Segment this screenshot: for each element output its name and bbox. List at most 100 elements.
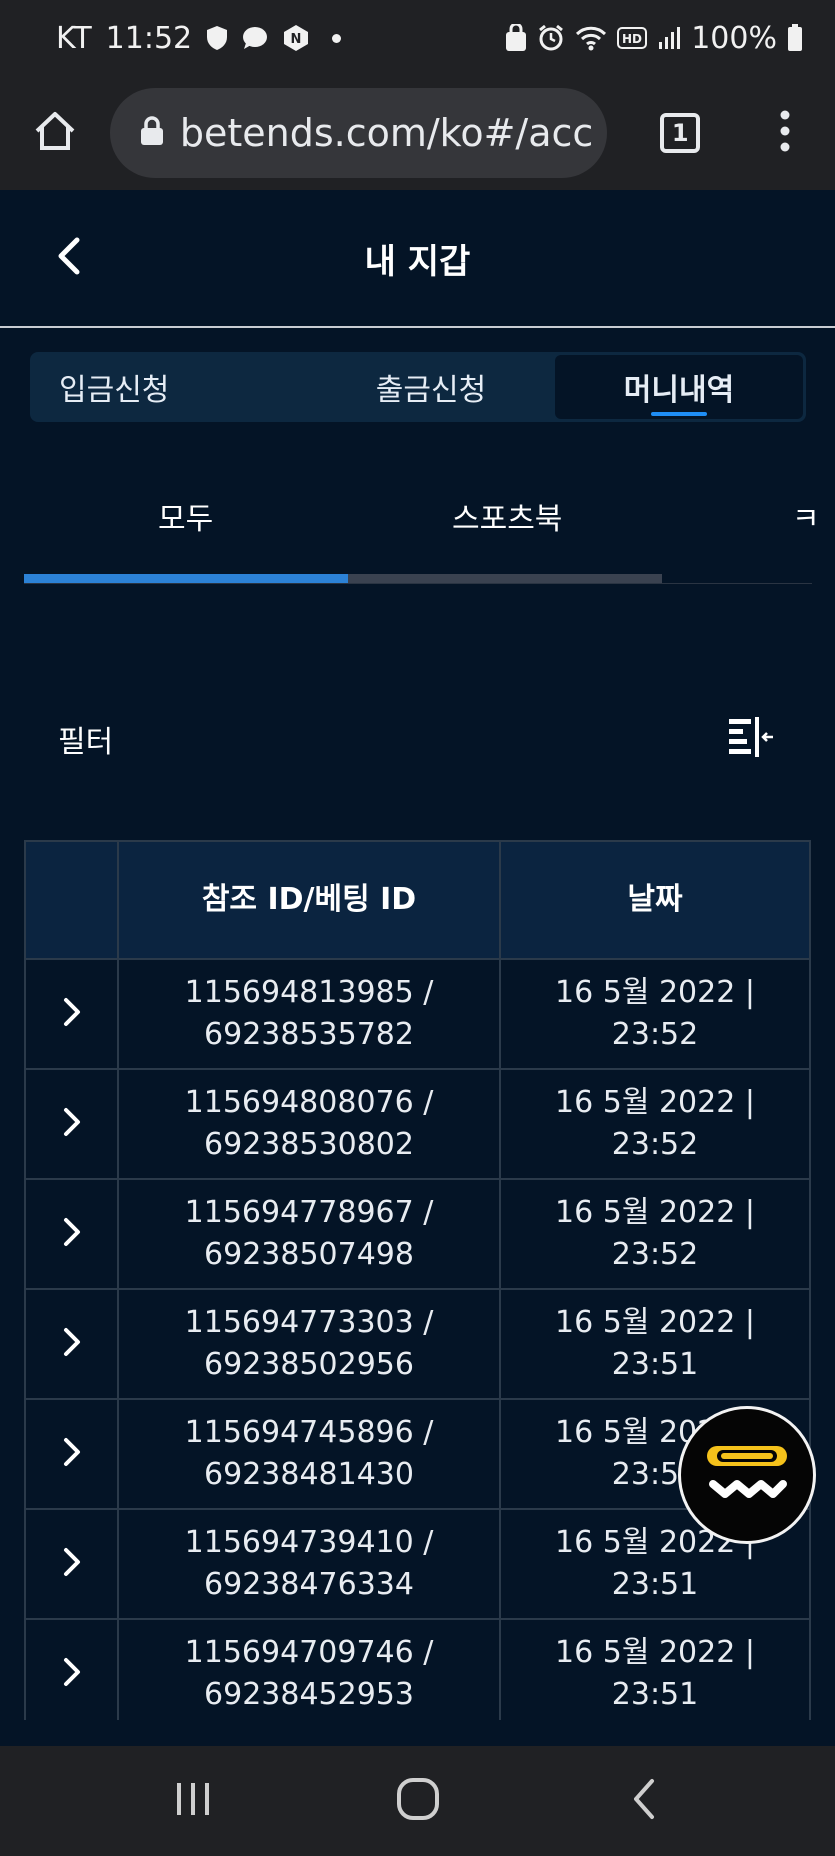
- chevron-right-icon: [62, 1106, 82, 1142]
- address-bar[interactable]: betends.com/ko#/acc: [109, 88, 608, 178]
- lock-icon: [140, 116, 164, 150]
- hd-voice-icon: HD: [617, 27, 648, 49]
- table-row[interactable]: 115694808076 / 69238530802 16 5월 2022 | …: [26, 1068, 809, 1178]
- row-expand-button[interactable]: [26, 1180, 119, 1288]
- home-button[interactable]: [0, 76, 110, 190]
- wallet-tabs: 입금신청 출금신청 머니내역: [30, 352, 806, 422]
- time-text: 23:51: [611, 1677, 699, 1712]
- clock: 11:52: [105, 20, 193, 56]
- column-header-ref: 참조 ID/베팅 ID: [201, 882, 417, 917]
- svg-text:HD: HD: [622, 32, 642, 46]
- floating-chat-button[interactable]: [678, 1406, 816, 1544]
- back-nav-button[interactable]: [603, 1761, 683, 1841]
- row-expand-button[interactable]: [26, 960, 119, 1068]
- ref-cell: 115694778967 / 69238507498: [119, 1180, 501, 1288]
- tab-money-history[interactable]: 머니내역: [555, 355, 803, 419]
- table-row[interactable]: 115694778967 / 69238507498 16 5월 2022 | …: [26, 1178, 809, 1288]
- tab-label: 입금신청: [59, 373, 170, 408]
- status-bar: KT 11:52 N HD 100%: [0, 0, 835, 76]
- row-expand-button[interactable]: [26, 1510, 119, 1618]
- bet-id: 69238535782: [204, 1017, 414, 1052]
- back-button[interactable]: [38, 228, 98, 288]
- bet-id: 69238452953: [204, 1677, 414, 1712]
- ref-cell: 115694773303 / 69238502956: [119, 1290, 501, 1398]
- hotdog-logo-icon: [697, 1428, 797, 1522]
- date-text: 16 5월 2022 |: [555, 1305, 755, 1340]
- date-cell: 16 5월 2022 | 23:52: [501, 960, 809, 1068]
- ref-id: 115694778967 /: [184, 1195, 434, 1230]
- chat-bubble-icon: [242, 26, 268, 50]
- browser-menu-button[interactable]: [735, 76, 835, 190]
- ref-id: 115694745896 /: [184, 1415, 434, 1450]
- status-left: KT 11:52 N: [56, 20, 342, 56]
- time-text: 23:52: [611, 1237, 699, 1272]
- alarm-icon: [537, 24, 565, 52]
- row-expand-button[interactable]: [26, 1620, 119, 1728]
- filter-collapse-icon: [727, 716, 775, 762]
- table-row[interactable]: 115694709746 / 69238452953 16 5월 2022 | …: [26, 1618, 809, 1728]
- time-text: 23:51: [611, 1567, 699, 1602]
- column-header-date: 날짜: [627, 882, 683, 917]
- ref-id: 115694808076 /: [184, 1085, 434, 1120]
- chevron-right-icon: [62, 1326, 82, 1362]
- date-text: 16 5월 2022 |: [555, 1195, 755, 1230]
- ref-id: 115694739410 /: [184, 1525, 434, 1560]
- ref-cell: 115694745896 / 69238481430: [119, 1400, 501, 1508]
- shield-icon: [206, 25, 228, 51]
- subtab-all[interactable]: 모두: [158, 494, 213, 538]
- home-icon: [33, 109, 77, 157]
- page-title: 내 지갑: [364, 241, 471, 282]
- table-row[interactable]: 115694773303 / 69238502956 16 5월 2022 | …: [26, 1288, 809, 1398]
- row-expand-button[interactable]: [26, 1070, 119, 1178]
- carrier-label: KT: [56, 20, 92, 56]
- subtab-label: 모두: [158, 502, 214, 537]
- table-header: 참조 ID/베팅 ID 날짜: [26, 842, 809, 958]
- subtab-active-indicator: [24, 574, 348, 583]
- date-cell: 16 5월 2022 | 23:52: [501, 1070, 809, 1178]
- url-text: betends.com/ko#/acc: [179, 111, 594, 155]
- home-circle-icon: [396, 1777, 440, 1825]
- table-row[interactable]: 115694813985 / 69238535782 16 5월 2022 | …: [26, 958, 809, 1068]
- money-history-table: 참조 ID/베팅 ID 날짜 115694813985 / 6923853578…: [24, 840, 811, 1730]
- tab-label: 머니내역: [623, 373, 735, 408]
- chevron-left-icon: [53, 236, 83, 280]
- filter-label: 필터: [58, 725, 114, 760]
- tab-deposit-request[interactable]: 입금신청: [33, 355, 307, 419]
- ref-cell: 115694808076 / 69238530802: [119, 1070, 501, 1178]
- row-expand-button[interactable]: [26, 1400, 119, 1508]
- table-row[interactable]: 115694739410 / 69238476334 16 5월 2022 | …: [26, 1508, 809, 1618]
- wifi-icon: [575, 25, 607, 51]
- tab-switcher-button[interactable]: 1: [625, 76, 735, 190]
- history-category-tabs: 모두 스포츠북 ㅋ: [24, 480, 820, 584]
- subtab-label: 스포츠북: [452, 502, 563, 537]
- bet-id: 69238481430: [204, 1457, 414, 1492]
- subtab-casino-partial[interactable]: ㅋ: [792, 494, 820, 538]
- divider: [24, 583, 812, 584]
- recent-apps-button[interactable]: [153, 1761, 233, 1841]
- filter-toggle-button[interactable]: [726, 717, 776, 761]
- status-right: HD 100%: [505, 21, 803, 56]
- header-cell-expand: [26, 842, 119, 958]
- time-text: 23:52: [611, 1017, 699, 1052]
- bet-id: 69238476334: [204, 1567, 414, 1602]
- home-nav-button[interactable]: [378, 1761, 458, 1841]
- row-expand-button[interactable]: [26, 1290, 119, 1398]
- recent-apps-icon: [173, 1779, 213, 1823]
- battery-icon: [787, 24, 803, 52]
- back-arrow-icon: [628, 1777, 658, 1825]
- subtab-label: ㅋ: [792, 502, 820, 537]
- date-cell: 16 5월 2022 | 23:51: [501, 1620, 809, 1728]
- tab-withdraw-request[interactable]: 출금신청: [307, 355, 555, 419]
- subtab-sportsbook[interactable]: 스포츠북: [452, 494, 562, 538]
- chevron-right-icon: [62, 1436, 82, 1472]
- date-text: 16 5월 2022 |: [555, 1085, 755, 1120]
- time-text: 23:52: [611, 1127, 699, 1162]
- filter-row: 필터: [58, 714, 776, 764]
- bet-id: 69238507498: [204, 1237, 414, 1272]
- chevron-right-icon: [62, 1656, 82, 1692]
- browser-toolbar: betends.com/ko#/acc 1: [0, 76, 835, 190]
- chevron-right-icon: [62, 996, 82, 1032]
- content-bottom-spacer: [0, 1720, 835, 1746]
- ref-cell: 115694813985 / 69238535782: [119, 960, 501, 1068]
- svg-text:N: N: [291, 32, 302, 47]
